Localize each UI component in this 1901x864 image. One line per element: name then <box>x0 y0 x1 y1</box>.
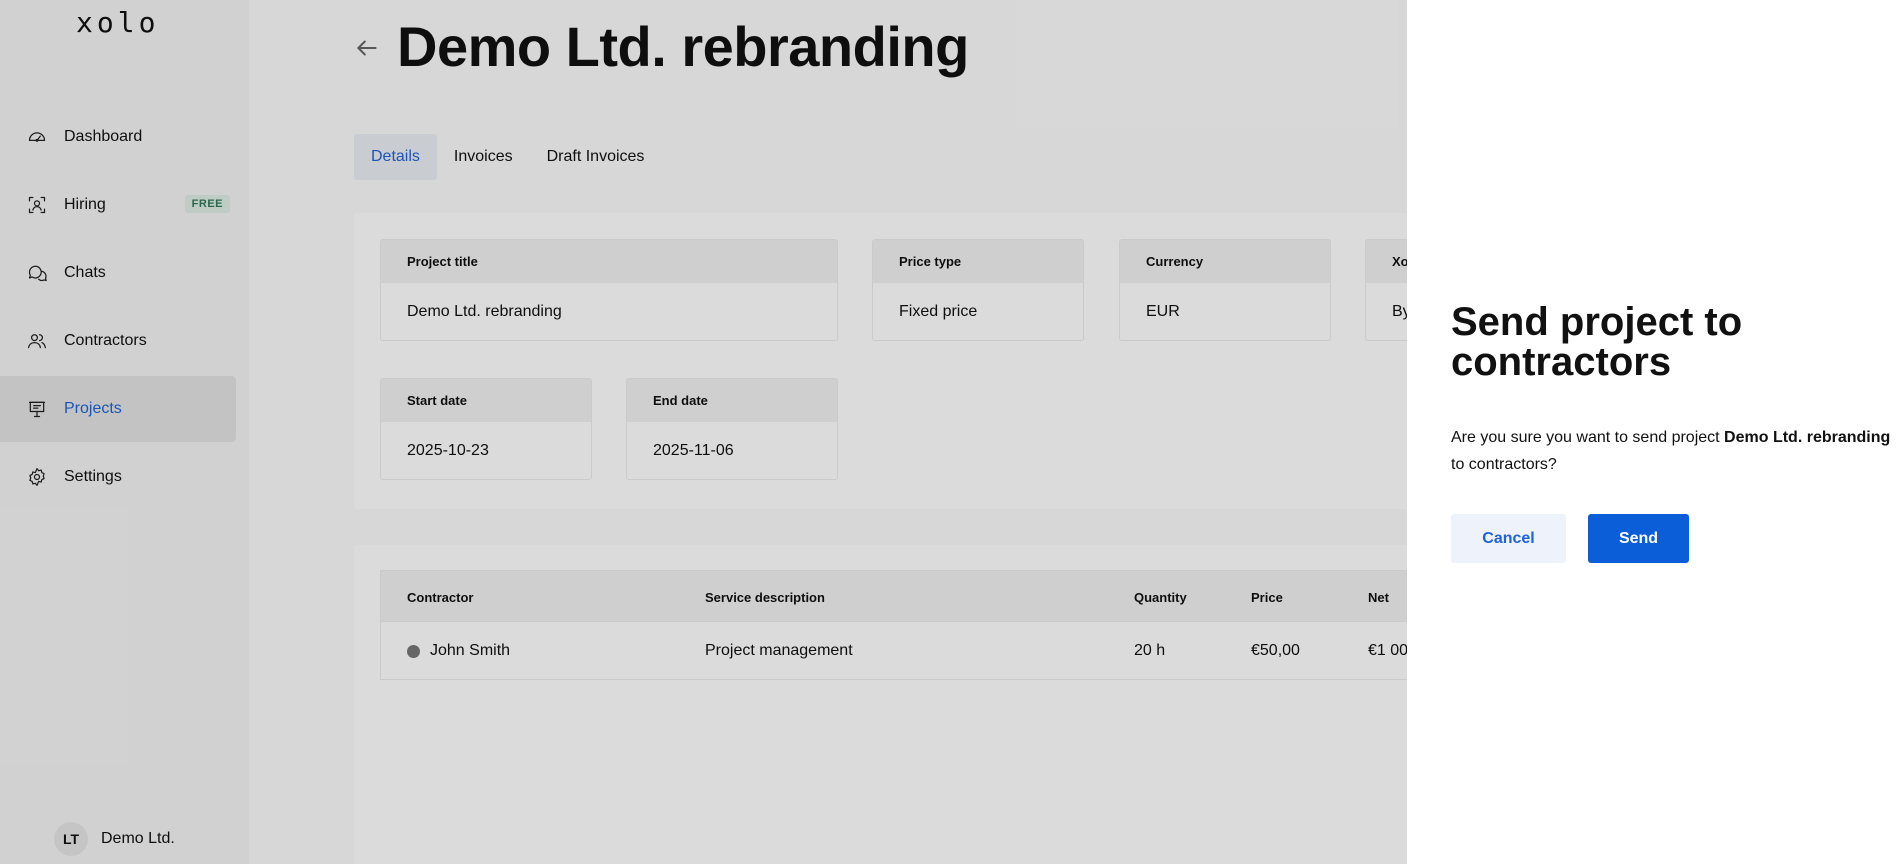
send-button[interactable]: Send <box>1588 514 1689 563</box>
dialog-text-after: to contractors? <box>1451 456 1557 473</box>
cancel-button[interactable]: Cancel <box>1451 514 1566 563</box>
modal-backdrop[interactable] <box>0 0 1407 864</box>
send-project-drawer: Send project to contractors Are you sure… <box>1407 0 1901 864</box>
dialog-title: Send project to contractors <box>1451 300 1743 384</box>
dialog-text-before: Are you sure you want to send project <box>1451 429 1725 446</box>
dialog-project-name: Demo Ltd. rebranding <box>1724 429 1891 446</box>
dialog-message: Are you sure you want to send project De… <box>1451 424 1891 478</box>
